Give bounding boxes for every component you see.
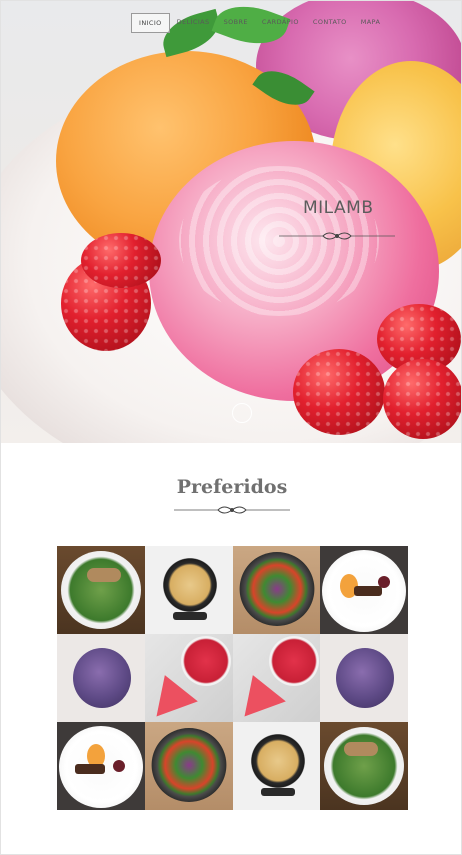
gallery-tile-watermelon-smoothie[interactable] (232, 634, 321, 722)
gallery-tile-vegetable-bowl[interactable] (144, 722, 233, 810)
gallery-tile-vegetable-bowl[interactable] (232, 546, 321, 634)
page: INICIO DELÍCIAS SOBRE CARDÁPIO CONTATO M… (0, 0, 462, 855)
gallery-tile-salad-plate[interactable] (57, 546, 145, 634)
raspberry (293, 349, 385, 435)
nav-item-sobre[interactable]: SOBRE (217, 13, 255, 33)
ornament-divider-icon (279, 232, 395, 240)
main-nav: INICIO DELÍCIAS SOBRE CARDÁPIO CONTATO M… (131, 13, 387, 33)
gallery-tile-blueberry-donut[interactable] (57, 634, 145, 722)
favorites-gallery (57, 546, 408, 810)
nav-item-delicias[interactable]: DELÍCIAS (170, 13, 217, 33)
gallery-tile-watermelon-smoothie[interactable] (144, 634, 233, 722)
slider-dot[interactable] (232, 403, 252, 423)
hero-banner: INICIO DELÍCIAS SOBRE CARDÁPIO CONTATO M… (1, 1, 461, 443)
gallery-tile-dessert-plate[interactable] (57, 722, 145, 810)
ornament-divider-icon (174, 506, 290, 514)
gallery-tile-dessert-plate[interactable] (320, 546, 408, 634)
gallery-tile-blueberry-donut[interactable] (320, 634, 408, 722)
gallery-tile-pasta-pan[interactable] (232, 722, 321, 810)
raspberry (383, 359, 461, 439)
brand-title: MILAMB (303, 198, 374, 218)
nav-item-inicio[interactable]: INICIO (131, 13, 170, 33)
nav-item-mapa[interactable]: MAPA (354, 13, 388, 33)
raspberry (81, 233, 161, 288)
gallery-tile-salad-plate[interactable] (320, 722, 408, 810)
gallery-tile-pasta-pan[interactable] (144, 546, 233, 634)
nav-item-cardapio[interactable]: CARDÁPIO (255, 13, 306, 33)
nav-item-contato[interactable]: CONTATO (306, 13, 354, 33)
section-title: Preferidos (176, 476, 288, 498)
